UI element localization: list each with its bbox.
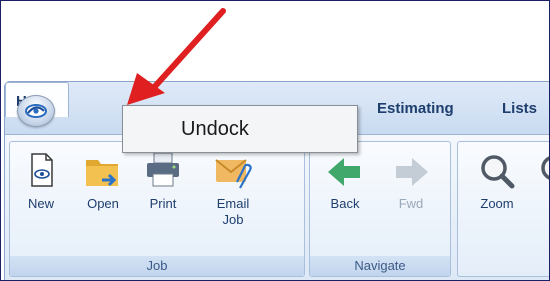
open-label: Open: [87, 196, 119, 211]
group-label-job: Job: [10, 256, 304, 276]
email-job-label-line2: Job: [222, 212, 244, 227]
printer-icon: [140, 148, 186, 196]
second-view-label: F: [532, 212, 549, 228]
ribbon-group-view: Zoom F: [457, 141, 549, 277]
screenshot-frame: Hom Estimating Lists New: [0, 0, 550, 281]
forward-label: Fwd: [398, 196, 424, 211]
magnifier-icon: [474, 148, 520, 196]
forward-button[interactable]: Fwd: [388, 148, 434, 212]
context-menu: Undock: [122, 105, 358, 153]
ribbon-panel-home: New Open Print Email Job Job Back Fwd Na…: [5, 134, 549, 280]
ribbon-group-navigate: Back Fwd Navigate: [309, 141, 451, 277]
zoom-label: Zoom: [480, 196, 514, 211]
forward-arrow-icon: [388, 148, 434, 196]
ribbon-group-job: New Open Print Email Job Job: [9, 141, 305, 277]
magnifier-icon: [532, 148, 549, 196]
zoom-button[interactable]: Zoom: [474, 148, 520, 212]
email-attachment-icon: [210, 148, 256, 196]
app-menu-button[interactable]: [17, 95, 55, 127]
new-document-icon: [18, 148, 64, 196]
eye-logo-icon: [25, 104, 47, 118]
back-arrow-icon: [322, 148, 368, 196]
tab-lists[interactable]: Lists: [502, 100, 537, 117]
undock-menu-item[interactable]: Undock: [123, 106, 357, 152]
new-label: New: [27, 196, 54, 211]
new-button[interactable]: New: [18, 148, 64, 212]
print-label: Print: [149, 196, 177, 211]
open-button[interactable]: Open: [80, 148, 126, 212]
group-label-navigate: Navigate: [310, 256, 450, 276]
back-button[interactable]: Back: [322, 148, 368, 212]
email-job-label-line1: Email: [216, 196, 250, 211]
print-button[interactable]: Print: [140, 148, 186, 212]
open-folder-icon: [80, 148, 126, 196]
email-job-button[interactable]: Email Job: [210, 148, 256, 228]
tab-estimating[interactable]: Estimating: [377, 100, 454, 117]
back-label: Back: [330, 196, 360, 211]
second-view-button[interactable]: F: [532, 148, 549, 228]
